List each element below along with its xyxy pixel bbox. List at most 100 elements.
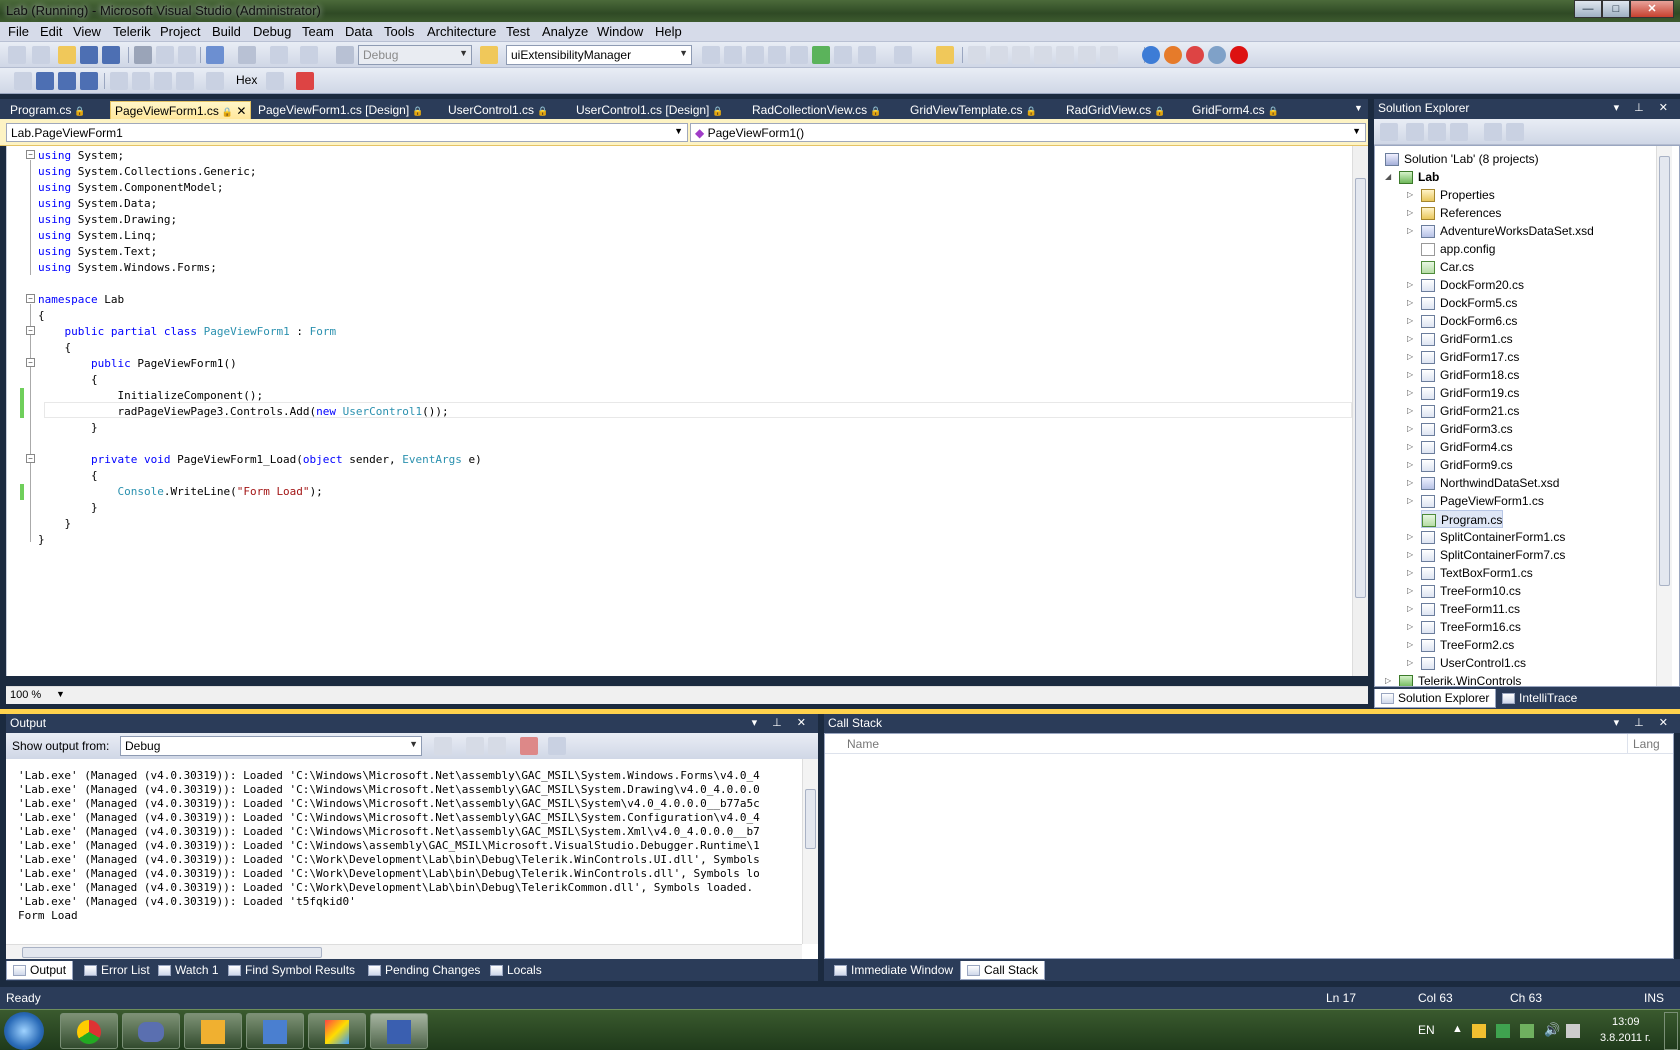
firefox-browser-icon[interactable] bbox=[1164, 46, 1182, 64]
menu-analyze[interactable]: Analyze bbox=[542, 24, 588, 39]
tree-item[interactable]: GridForm1.cs bbox=[1421, 330, 1513, 348]
class-diagram-icon[interactable] bbox=[1506, 123, 1524, 141]
menu-team[interactable]: Team bbox=[302, 24, 334, 39]
tree-expander-icon[interactable]: ▷ bbox=[1407, 226, 1413, 235]
tree-expander-icon[interactable]: ▷ bbox=[1407, 370, 1413, 379]
go-to-message-icon[interactable] bbox=[434, 737, 452, 755]
menu-data[interactable]: Data bbox=[345, 24, 372, 39]
refactor-icon[interactable] bbox=[968, 46, 986, 64]
menu-test[interactable]: Test bbox=[506, 24, 530, 39]
tree-expander-icon[interactable]: ▷ bbox=[1407, 532, 1413, 541]
collapse-all-icon[interactable] bbox=[1450, 123, 1468, 141]
breakpoints-icon[interactable] bbox=[296, 72, 314, 90]
tree-item[interactable]: app.config bbox=[1421, 240, 1495, 258]
output-text[interactable]: 'Lab.exe' (Managed (v4.0.30319)): Loaded… bbox=[6, 759, 818, 959]
menu-window[interactable]: Window bbox=[597, 24, 643, 39]
prev-message-icon[interactable] bbox=[466, 737, 484, 755]
threads-icon[interactable] bbox=[266, 72, 284, 90]
word-wrap-icon[interactable] bbox=[548, 737, 566, 755]
menu-tools[interactable]: Tools bbox=[384, 24, 414, 39]
tab-call-stack[interactable]: Call Stack bbox=[960, 961, 1046, 980]
tab-radgridview-cs[interactable]: RadGridView.cs 🔒 bbox=[1062, 101, 1169, 119]
view-code-icon[interactable] bbox=[1484, 123, 1502, 141]
tab-watch-1[interactable]: Watch 1 bbox=[152, 961, 225, 980]
column-header-name[interactable]: Name bbox=[847, 737, 879, 751]
ie-browser-icon[interactable] bbox=[1142, 46, 1160, 64]
tray-sync-icon[interactable] bbox=[1496, 1024, 1510, 1038]
tree-expander-icon[interactable]: ▷ bbox=[1407, 586, 1413, 595]
tree-item[interactable]: Properties bbox=[1421, 186, 1495, 204]
tree-expander-icon[interactable]: ▷ bbox=[1407, 280, 1413, 289]
output-source-select[interactable]: Debug ▼ bbox=[120, 736, 422, 756]
tree-expander-icon[interactable]: ▷ bbox=[1407, 424, 1413, 433]
tree-expander-icon[interactable]: ▷ bbox=[1407, 388, 1413, 397]
zoom-select[interactable]: 100 % bbox=[10, 689, 41, 701]
hex-toggle[interactable]: Hex bbox=[236, 73, 257, 87]
tree-item[interactable]: TextBoxForm1.cs bbox=[1421, 564, 1533, 582]
editor-vertical-scrollbar[interactable] bbox=[1352, 146, 1368, 676]
toolbox-icon[interactable] bbox=[790, 46, 808, 64]
indent-icon[interactable] bbox=[1056, 46, 1074, 64]
maximize-button[interactable]: □ bbox=[1602, 0, 1630, 18]
tree-item[interactable]: GridForm19.cs bbox=[1421, 384, 1519, 402]
tree-item[interactable]: Lab bbox=[1399, 168, 1439, 186]
tab-error-list[interactable]: Error List bbox=[78, 961, 156, 980]
language-indicator[interactable]: EN bbox=[1418, 1023, 1435, 1037]
tree-item[interactable]: DockForm5.cs bbox=[1421, 294, 1517, 312]
tree-item[interactable]: NorthwindDataSet.xsd bbox=[1421, 474, 1559, 492]
paint-taskbar-icon[interactable] bbox=[308, 1013, 366, 1049]
outlook-taskbar-icon[interactable] bbox=[184, 1013, 242, 1049]
clock-time[interactable]: 13:09 bbox=[1612, 1016, 1640, 1028]
tab-radcollectionview-cs[interactable]: RadCollectionView.cs 🔒 bbox=[748, 101, 885, 119]
tab-gridviewtemplate-cs[interactable]: GridViewTemplate.cs 🔒 bbox=[906, 101, 1041, 119]
refresh-icon[interactable] bbox=[1428, 123, 1446, 141]
tree-expander-icon[interactable]: ▷ bbox=[1407, 460, 1413, 469]
remote-desktop-taskbar-icon[interactable] bbox=[246, 1013, 304, 1049]
collapse-usings-icon[interactable]: − bbox=[26, 150, 35, 159]
tree-item[interactable]: DockForm6.cs bbox=[1421, 312, 1517, 330]
tab-solution-explorer[interactable]: Solution Explorer bbox=[1374, 689, 1497, 708]
breakpoint-toggle-icon[interactable] bbox=[1100, 46, 1118, 64]
tree-expander-icon[interactable]: ▷ bbox=[1407, 352, 1413, 361]
navigate-forward-icon[interactable] bbox=[300, 46, 318, 64]
column-header-language[interactable]: Lang bbox=[1633, 737, 1660, 751]
chrome-taskbar-icon[interactable] bbox=[60, 1013, 118, 1049]
format-icon[interactable] bbox=[990, 46, 1008, 64]
minimize-button[interactable]: — bbox=[1574, 0, 1602, 18]
collapse-namespace-icon[interactable]: − bbox=[26, 294, 35, 303]
step-out-icon[interactable] bbox=[176, 72, 194, 90]
find-in-files-icon[interactable] bbox=[480, 46, 498, 64]
zoom-dropdown-icon[interactable]: ▼ bbox=[56, 689, 65, 699]
paste-icon[interactable] bbox=[178, 46, 196, 64]
close-tab-icon[interactable]: ✕ bbox=[236, 104, 246, 118]
tree-item[interactable]: GridForm21.cs bbox=[1421, 402, 1519, 420]
uncomment-icon[interactable] bbox=[1034, 46, 1052, 64]
tray-update-icon[interactable] bbox=[1520, 1024, 1534, 1038]
tab-program-cs[interactable]: Program.cs 🔒 bbox=[6, 101, 90, 119]
panel-buttons[interactable]: ▾ ⊥ ✕ bbox=[1614, 716, 1674, 729]
close-button[interactable]: ✕ bbox=[1630, 0, 1674, 18]
tree-expander-icon[interactable]: ▷ bbox=[1407, 478, 1413, 487]
tree-item[interactable]: GridForm17.cs bbox=[1421, 348, 1519, 366]
tree-expander-icon[interactable]: ▷ bbox=[1407, 442, 1413, 451]
start-page-icon[interactable] bbox=[894, 46, 912, 64]
tree-expander-icon[interactable]: ▷ bbox=[1407, 406, 1413, 415]
add-item-icon[interactable] bbox=[32, 46, 50, 64]
menu-project[interactable]: Project bbox=[160, 24, 200, 39]
tree-item[interactable]: References bbox=[1421, 204, 1501, 222]
tab-find-symbol-results[interactable]: Find Symbol Results bbox=[222, 961, 361, 980]
navigate-backward-icon[interactable] bbox=[270, 46, 288, 64]
network-icon[interactable] bbox=[1566, 1024, 1580, 1038]
tree-item[interactable]: TreeForm16.cs bbox=[1421, 618, 1521, 636]
tree-item[interactable]: GridForm4.cs bbox=[1421, 438, 1513, 456]
show-all-files-icon[interactable] bbox=[1406, 123, 1424, 141]
object-browser-icon[interactable] bbox=[768, 46, 786, 64]
command-window-icon[interactable] bbox=[858, 46, 876, 64]
clock-date[interactable]: 3.8.2011 г. bbox=[1600, 1032, 1651, 1044]
continue-icon[interactable] bbox=[14, 72, 32, 90]
tree-item[interactable]: TreeForm10.cs bbox=[1421, 582, 1521, 600]
tree-expander-icon[interactable]: ▷ bbox=[1407, 568, 1413, 577]
opera-browser-icon[interactable] bbox=[1230, 46, 1248, 64]
restart-icon[interactable] bbox=[80, 72, 98, 90]
volume-icon[interactable]: 🔊 bbox=[1544, 1022, 1560, 1038]
